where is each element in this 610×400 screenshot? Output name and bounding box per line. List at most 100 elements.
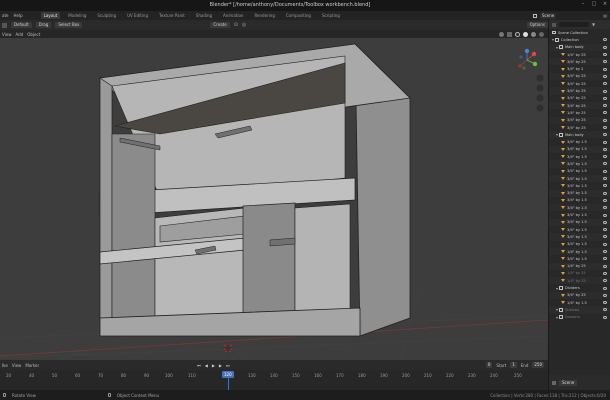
outliner-search-input[interactable] <box>559 22 589 27</box>
visibility-eye-icon[interactable] <box>603 184 607 188</box>
outliner-row-object[interactable]: 1/4" by 25 <box>549 262 610 270</box>
outliner-row-collection[interactable]: ▾ Main body <box>549 43 610 51</box>
3d-cursor-icon[interactable] <box>222 342 234 354</box>
outliner-row-object[interactable]: 3/4" by 25 <box>549 101 610 110</box>
outliner-row-collection[interactable]: ▾ Dividers <box>549 284 610 291</box>
visibility-eye-icon[interactable] <box>603 220 607 224</box>
viewport-menu-add[interactable]: Add <box>16 32 24 37</box>
camera-view-icon[interactable] <box>536 94 544 102</box>
outliner-row-object[interactable]: 3/4" by 1.5 <box>549 168 610 175</box>
workspace-tab-compositing[interactable]: Compositing <box>283 12 314 19</box>
expand-arrow-icon[interactable]: ▾ <box>556 132 558 137</box>
visibility-eye-icon[interactable] <box>603 264 607 268</box>
outliner-row-object[interactable]: 3/4" by 25 <box>549 124 610 131</box>
visibility-eye-icon[interactable] <box>603 235 607 239</box>
visibility-eye-icon[interactable] <box>603 104 607 108</box>
workspace-tab-texture-paint[interactable]: Texture Paint <box>156 12 188 19</box>
visibility-eye-icon[interactable] <box>603 308 607 312</box>
visibility-eye-icon[interactable] <box>603 213 607 217</box>
visibility-eye-icon[interactable] <box>603 118 607 122</box>
outliner-row-object[interactable]: 3/4" by 25 <box>549 80 610 87</box>
create-dropdown[interactable]: Create <box>210 22 230 28</box>
start-frame-field[interactable]: 1 <box>510 362 517 368</box>
timeline-track[interactable]: 20 40 50 60 70 80 90 100 110 130 140 150… <box>0 370 548 390</box>
properties-scene-field[interactable]: Scene <box>559 379 578 386</box>
outliner-row-object[interactable]: 3/4" by 25 <box>549 291 610 299</box>
outliner-row-object[interactable]: 3/4" by 1.5 <box>549 197 610 204</box>
visibility-eye-icon[interactable] <box>603 315 607 319</box>
outliner-row-object[interactable]: 3/4" by 1.5 <box>549 241 610 248</box>
outliner-row-object[interactable]: 3/4" by 1.5 <box>549 255 610 262</box>
visibility-eye-icon[interactable] <box>603 301 607 305</box>
outliner-row-object[interactable]: 1/4" by 25 <box>549 277 610 285</box>
visibility-eye-icon[interactable] <box>603 257 607 261</box>
outliner-row-object[interactable]: 1/4" by 25 <box>549 51 610 58</box>
outliner-row-object[interactable]: 3/4" by 1.5 <box>549 204 610 212</box>
shading-material-icon[interactable] <box>531 31 536 37</box>
visibility-eye-icon[interactable] <box>603 228 607 232</box>
step-back-icon[interactable]: ◀ <box>205 363 208 368</box>
end-frame-field[interactable]: 250 <box>532 362 544 368</box>
close-icon[interactable]: × <box>602 1 608 7</box>
visibility-eye-icon[interactable] <box>603 286 607 290</box>
visibility-eye-icon[interactable] <box>603 111 607 115</box>
properties-icon[interactable] <box>552 380 556 385</box>
outliner-row-object[interactable]: 3/4" by 1.5 <box>549 182 610 189</box>
workspace-tab-layout[interactable]: Layout <box>40 12 61 19</box>
visibility-eye-icon[interactable] <box>603 126 607 129</box>
navigation-gizmo[interactable] <box>518 48 538 70</box>
jump-end-icon[interactable]: ⏭ <box>226 363 230 368</box>
visibility-eye-icon[interactable] <box>603 96 607 100</box>
outliner-row-object[interactable]: 3/4" by 1.5 <box>549 211 610 218</box>
workspace-tab-rendering[interactable]: Rendering <box>251 12 277 19</box>
perspective-toggle-icon[interactable] <box>536 104 544 112</box>
xray-icon[interactable] <box>507 31 512 37</box>
outliner-row-object[interactable]: 3/4" by 1.5 <box>549 218 610 227</box>
visibility-eye-icon[interactable] <box>603 206 607 210</box>
gizmo-z-icon[interactable] <box>524 48 530 54</box>
workspace-tab-sculpting[interactable]: Sculpting <box>94 12 119 19</box>
visibility-eye-icon[interactable] <box>603 60 607 64</box>
visibility-eye-icon[interactable] <box>603 133 607 137</box>
jump-start-icon[interactable]: ⏮ <box>197 363 201 368</box>
timeline-menu-keying[interactable]: Ike <box>2 363 8 368</box>
outliner-row-object[interactable]: 3/4" by 1.5 <box>549 138 610 145</box>
proportional-icon[interactable]: ◎ <box>242 22 246 28</box>
outliner-row-object[interactable]: 1/4" by 25 <box>549 109 610 116</box>
snap-icon[interactable]: ⊙ <box>234 22 238 28</box>
play-icon[interactable]: ▶ <box>212 363 215 368</box>
view-layer-icon[interactable]: ▤ <box>603 13 607 18</box>
outliner-row-collection[interactable]: ▾ Drawers <box>549 314 610 321</box>
pan-icon[interactable] <box>536 84 544 92</box>
visibility-eye-icon[interactable] <box>603 169 607 173</box>
visibility-eye-icon[interactable] <box>603 198 607 202</box>
workspace-tab-scripting[interactable]: Scripting <box>319 12 343 19</box>
expand-arrow-icon[interactable]: ▾ <box>556 286 558 291</box>
outliner-row-scene-collection[interactable]: Scene Collection <box>549 29 610 36</box>
visibility-eye-icon[interactable] <box>603 140 607 144</box>
menu-item-help[interactable]: Help <box>13 13 22 18</box>
outliner-row-object[interactable]: 3/4" by 1.5 <box>549 226 610 233</box>
outliner-row-object[interactable]: 3/4" by 25 <box>549 87 610 95</box>
visibility-eye-icon[interactable] <box>603 82 607 86</box>
playhead[interactable] <box>228 378 229 390</box>
current-frame-indicator[interactable]: 120 <box>222 371 234 378</box>
menu-item[interactable]: ate <box>2 13 8 18</box>
filter-icon[interactable]: ▼ <box>592 22 595 27</box>
visibility-eye-icon[interactable] <box>603 191 607 195</box>
outliner-row-object[interactable]: 1/4" by 1.5 <box>549 247 610 256</box>
workspace-tab-animation[interactable]: Animation <box>220 12 246 19</box>
expand-arrow-icon[interactable]: ▾ <box>552 37 554 42</box>
shading-rendered-icon[interactable] <box>539 31 544 37</box>
expand-arrow-icon[interactable]: ▾ <box>556 315 558 320</box>
3d-viewport[interactable] <box>0 38 548 360</box>
overlay-icon[interactable] <box>499 31 504 37</box>
outliner-row-object[interactable]: 3/4" by 25 <box>549 72 610 81</box>
visibility-eye-icon[interactable] <box>603 53 607 57</box>
visibility-eye-icon[interactable] <box>603 279 607 283</box>
outliner-row-collection[interactable]: ▾ Main body <box>549 131 610 139</box>
outliner-row-object[interactable]: 3/4" by 1.5 <box>549 160 610 168</box>
select-mode-dropdown[interactable]: Select Box <box>55 22 83 28</box>
scene-field[interactable]: Scene <box>540 12 557 19</box>
visibility-eye-icon[interactable] <box>603 38 607 42</box>
